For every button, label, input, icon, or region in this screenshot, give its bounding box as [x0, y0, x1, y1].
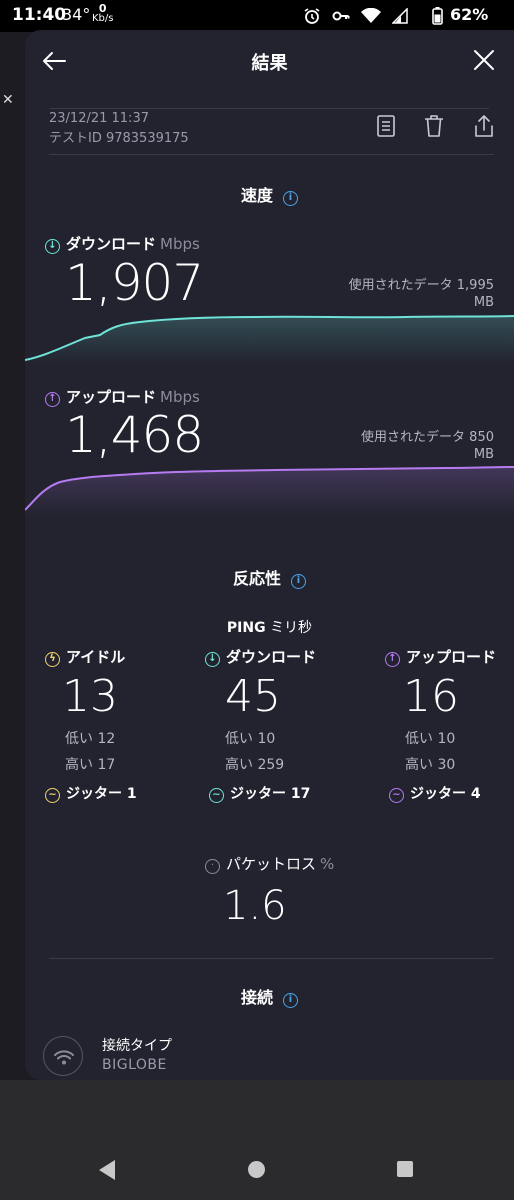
wifi-icon — [360, 7, 381, 23]
connection-isp: BIGLOBE — [102, 1057, 167, 1073]
packet-loss-unit: % — [320, 855, 335, 873]
status-icons — [297, 5, 408, 25]
speed-title-text: 速度 — [240, 186, 273, 205]
download-data-used: 使用されたデータ 1,995 MB — [349, 277, 494, 311]
idle-high: 高い 17 — [65, 757, 116, 773]
status-net-speed: 0 Kb/s — [92, 3, 114, 24]
download-jitter-text: ジッター 17 — [230, 786, 311, 802]
download-label: ↓ ダウンロード Mbps — [45, 233, 200, 254]
packet-loss-value: 1.6 — [223, 883, 287, 929]
upload-data-used-label: 使用されたデータ 850 — [361, 430, 494, 445]
key-icon — [332, 11, 350, 20]
download-jitter-icon: ~ — [209, 788, 224, 803]
connection-title-text: 接続 — [240, 988, 273, 1007]
upload-label-text: アップロード — [66, 388, 157, 406]
ping-heading: PING ミリ秒 — [25, 617, 514, 637]
wifi-connection-icon — [43, 1036, 83, 1076]
meta-divider — [49, 154, 494, 155]
download-speed-graph — [25, 315, 514, 364]
packet-loss-icon: · — [205, 859, 220, 874]
test-id: テストID 9783539175 — [49, 131, 189, 146]
packet-loss-label-text: パケットロス — [226, 855, 317, 873]
idle-label-text: アイドル — [66, 648, 126, 666]
trash-icon[interactable] — [423, 114, 445, 138]
download-unit: Mbps — [160, 235, 200, 253]
nav-recents-icon[interactable] — [397, 1161, 413, 1177]
connection-type-label: 接続タイプ — [102, 1038, 172, 1054]
ping-upload-arrow-icon: ↑ — [385, 652, 400, 667]
connection-section-title: 接続 i — [25, 984, 514, 1008]
idle-jitter: ~ ジッター 1 — [45, 783, 137, 803]
responsiveness-section-title: 反応性 i — [25, 565, 514, 589]
share-icon[interactable] — [473, 114, 495, 138]
upload-jitter-icon: ~ — [389, 788, 404, 803]
speed-section-title: 速度 i — [25, 182, 514, 206]
background-close-glyph: ✕ — [2, 92, 14, 108]
status-bar: 11:40 34° 0 Kb/s 62% — [0, 0, 514, 32]
idle-bolt-icon: ϟ — [45, 652, 60, 667]
download-label-text: ダウンロード — [66, 235, 157, 253]
signal-icon — [391, 6, 408, 24]
status-net-speed-unit: Kb/s — [92, 13, 114, 24]
result-sheet: 結果 23/12/21 11:37 テストID 9783539175 速度 i ↓… — [25, 30, 514, 1080]
idle-jitter-text: ジッター 1 — [66, 786, 137, 802]
battery-icon — [432, 7, 443, 25]
download-speed-value: 1,907 — [65, 254, 204, 312]
upload-jitter-text: ジッター 4 — [410, 786, 481, 802]
status-temperature: 34° — [62, 5, 91, 24]
status-time: 11:40 — [12, 5, 67, 25]
ping-upload: ↑ アップロード 16 低い 10 高い 30 ~ ジッター 4 — [385, 646, 496, 803]
idle-jitter-icon: ~ — [45, 788, 60, 803]
ping-label: PING — [226, 620, 266, 636]
alarm-icon — [304, 7, 320, 24]
ping-upload-label-text: アップロード — [406, 648, 497, 666]
document-icon[interactable] — [375, 114, 397, 138]
ping-download: ↓ ダウンロード 45 低い 10 高い 259 ~ ジッター 17 — [205, 646, 316, 803]
upload-speed-graph — [25, 466, 514, 516]
download-ping-low: 低い 10 — [225, 731, 276, 747]
ping-idle: ϟ アイドル 13 低い 12 高い 17 ~ ジッター 1 — [45, 646, 137, 803]
responsiveness-title-text: 反応性 — [232, 569, 281, 588]
upload-speed-value: 1,468 — [65, 406, 204, 464]
download-jitter: ~ ジッター 17 — [205, 783, 316, 803]
close-icon[interactable] — [472, 48, 496, 72]
speed-info-icon[interactable]: i — [283, 191, 298, 206]
ping-download-label: ↓ ダウンロード — [205, 646, 316, 667]
download-data-used-label: 使用されたデータ 1,995 — [348, 278, 494, 293]
nav-home-icon[interactable] — [248, 1161, 265, 1178]
ping-download-arrow-icon: ↓ — [205, 652, 220, 667]
responsiveness-info-icon[interactable]: i — [291, 574, 306, 589]
download-ping-value: 45 — [225, 671, 281, 722]
packet-loss-label: · パケットロス% — [205, 853, 334, 874]
battery-percent: 62% — [450, 5, 489, 24]
download-ping-high: 高い 259 — [225, 757, 285, 773]
ping-unit: ミリ秒 — [270, 620, 313, 636]
navigation-bar — [0, 1080, 514, 1200]
download-arrow-icon: ↓ — [45, 239, 60, 254]
upload-ping-high: 高い 30 — [405, 757, 456, 773]
upload-ping-low: 低い 10 — [405, 731, 456, 747]
upload-label: ↑ アップロード Mbps — [45, 386, 200, 407]
upload-data-used: 使用されたデータ 850 MB — [361, 429, 494, 463]
page-title: 結果 — [251, 53, 288, 74]
header-divider — [50, 108, 489, 109]
nav-back-icon[interactable] — [97, 1159, 117, 1181]
upload-jitter: ~ ジッター 4 — [385, 783, 496, 803]
idle-label: ϟ アイドル — [45, 646, 137, 667]
connection-divider — [49, 958, 494, 959]
test-datetime: 23/12/21 11:37 — [49, 111, 149, 126]
idle-ping-value: 13 — [62, 671, 118, 722]
upload-arrow-icon: ↑ — [45, 392, 60, 407]
idle-low: 低い 12 — [65, 731, 116, 747]
upload-unit: Mbps — [160, 388, 200, 406]
ping-upload-label: ↑ アップロード — [385, 646, 496, 667]
connection-info-icon[interactable]: i — [283, 993, 298, 1008]
ping-download-label-text: ダウンロード — [226, 648, 317, 666]
upload-ping-value: 16 — [403, 671, 459, 722]
